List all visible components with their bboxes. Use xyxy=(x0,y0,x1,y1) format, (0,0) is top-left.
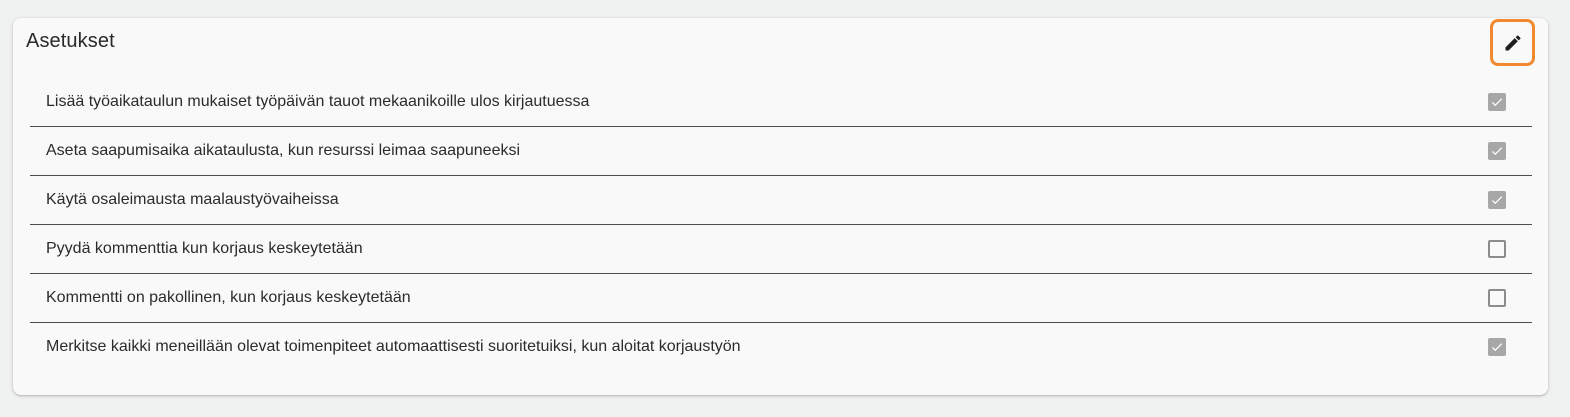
settings-list: Lisää työaikataulun mukaiset työpäivän t… xyxy=(30,78,1532,372)
setting-row: Lisää työaikataulun mukaiset työpäivän t… xyxy=(30,78,1532,127)
setting-checkbox[interactable] xyxy=(1488,93,1506,111)
checkmark-icon xyxy=(1491,147,1503,156)
setting-row: Käytä osaleimausta maalaustyövaiheissa xyxy=(30,176,1532,225)
setting-label: Lisää työaikataulun mukaiset työpäivän t… xyxy=(46,93,590,110)
setting-row: Aseta saapumisaika aikataulusta, kun res… xyxy=(30,127,1532,176)
setting-label: Pyydä kommenttia kun korjaus keskeytetää… xyxy=(46,240,363,257)
settings-card: Asetukset Lisää työaikataulun mukaiset t… xyxy=(13,18,1548,395)
edit-button[interactable] xyxy=(1490,19,1535,66)
checkmark-icon xyxy=(1491,343,1503,352)
checkmark-icon xyxy=(1491,98,1503,107)
setting-row: Merkitse kaikki meneillään olevat toimen… xyxy=(30,323,1532,372)
setting-checkbox[interactable] xyxy=(1488,289,1506,307)
setting-label: Käytä osaleimausta maalaustyövaiheissa xyxy=(46,191,339,208)
setting-row: Kommentti on pakollinen, kun korjaus kes… xyxy=(30,274,1532,323)
setting-checkbox[interactable] xyxy=(1488,191,1506,209)
setting-label: Merkitse kaikki meneillään olevat toimen… xyxy=(46,338,741,355)
setting-checkbox[interactable] xyxy=(1488,240,1506,258)
card-title: Asetukset xyxy=(26,30,115,52)
pencil-icon xyxy=(1503,33,1523,53)
setting-row: Pyydä kommenttia kun korjaus keskeytetää… xyxy=(30,225,1532,274)
setting-checkbox[interactable] xyxy=(1488,142,1506,160)
checkmark-icon xyxy=(1491,196,1503,205)
setting-label: Kommentti on pakollinen, kun korjaus kes… xyxy=(46,289,411,306)
setting-label: Aseta saapumisaika aikataulusta, kun res… xyxy=(46,142,521,159)
setting-checkbox[interactable] xyxy=(1488,338,1506,356)
